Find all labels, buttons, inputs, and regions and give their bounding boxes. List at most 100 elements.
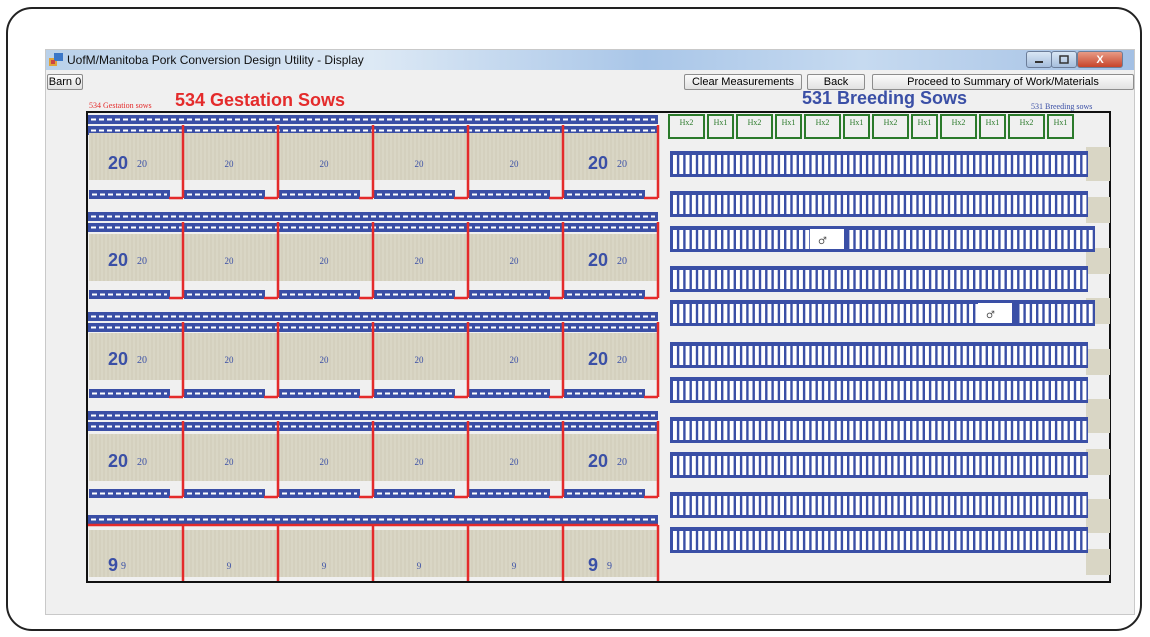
- sow-stall[interactable]: [981, 346, 986, 365]
- sow-stall[interactable]: [1082, 195, 1087, 214]
- sow-stall[interactable]: [1044, 496, 1049, 515]
- sow-stall[interactable]: [717, 496, 721, 515]
- sow-stall[interactable]: [830, 381, 835, 400]
- sow-stall[interactable]: [754, 421, 759, 440]
- sow-stall[interactable]: [698, 381, 703, 400]
- sow-stall[interactable]: [855, 270, 860, 289]
- sow-stall[interactable]: [729, 421, 734, 440]
- sow-stall[interactable]: [1051, 531, 1055, 550]
- sow-stall[interactable]: [767, 270, 772, 289]
- sow-stall[interactable]: [792, 230, 797, 249]
- sow-stall[interactable]: [969, 230, 973, 249]
- sow-stall[interactable]: [862, 421, 866, 440]
- sow-stall[interactable]: [868, 496, 873, 515]
- sow-stall[interactable]: [817, 195, 822, 214]
- sow-stall[interactable]: [1044, 230, 1049, 249]
- sow-stall[interactable]: [912, 230, 917, 249]
- sow-stall[interactable]: [981, 456, 986, 475]
- sow-stall[interactable]: [799, 195, 803, 214]
- sow-stall[interactable]: [962, 155, 967, 174]
- sow-stall[interactable]: [1025, 456, 1030, 475]
- sow-stall[interactable]: [710, 230, 715, 249]
- sow-stall[interactable]: [736, 304, 740, 323]
- sow-stall[interactable]: [899, 381, 904, 400]
- sow-stall[interactable]: [673, 531, 677, 550]
- sow-stall[interactable]: [1051, 270, 1055, 289]
- sow-stall[interactable]: [754, 346, 759, 365]
- sow-stall[interactable]: [761, 421, 766, 440]
- sow-stall[interactable]: [1057, 270, 1062, 289]
- sow-stall[interactable]: [754, 381, 759, 400]
- sow-stall[interactable]: [931, 531, 936, 550]
- sow-stall[interactable]: [704, 496, 709, 515]
- sow-stall[interactable]: [1019, 270, 1024, 289]
- sow-stall[interactable]: [780, 195, 784, 214]
- sow-stall[interactable]: [981, 270, 986, 289]
- sow-stall[interactable]: [1025, 270, 1030, 289]
- sow-stall[interactable]: [1057, 456, 1062, 475]
- sow-stall[interactable]: [742, 381, 747, 400]
- sow-stall[interactable]: [1032, 155, 1036, 174]
- sow-stall[interactable]: [874, 195, 879, 214]
- sow-stall[interactable]: [824, 381, 829, 400]
- sow-stall[interactable]: [950, 195, 955, 214]
- sow-stall[interactable]: [754, 195, 759, 214]
- sow-stall[interactable]: [773, 531, 778, 550]
- sow-stall[interactable]: [868, 421, 873, 440]
- sow-stall[interactable]: [748, 195, 753, 214]
- sow-stall[interactable]: [925, 421, 929, 440]
- sow-stall[interactable]: [811, 195, 816, 214]
- sow-stall[interactable]: [1000, 346, 1005, 365]
- sow-stall[interactable]: [899, 421, 904, 440]
- sow-stall[interactable]: [748, 346, 753, 365]
- sow-stall[interactable]: [1044, 381, 1049, 400]
- sow-stall[interactable]: [931, 195, 936, 214]
- sow-stall[interactable]: [937, 346, 942, 365]
- sow-stall[interactable]: [988, 531, 992, 550]
- sow-stall[interactable]: [937, 421, 942, 440]
- sow-stall[interactable]: [780, 381, 784, 400]
- minimize-button[interactable]: [1026, 51, 1052, 68]
- sow-stall[interactable]: [754, 230, 759, 249]
- sow-stall[interactable]: [723, 195, 728, 214]
- sow-stall[interactable]: [906, 346, 910, 365]
- sow-stall[interactable]: [868, 195, 873, 214]
- sow-stall[interactable]: [679, 421, 684, 440]
- sow-stall[interactable]: [817, 270, 822, 289]
- sow-stall[interactable]: [880, 195, 885, 214]
- sow-stall[interactable]: [723, 230, 728, 249]
- sow-stall[interactable]: [1051, 381, 1055, 400]
- sow-stall[interactable]: [956, 195, 961, 214]
- sow-stall[interactable]: [843, 531, 847, 550]
- sow-stall[interactable]: [761, 531, 766, 550]
- sow-stall[interactable]: [723, 304, 728, 323]
- sow-stall[interactable]: [937, 531, 942, 550]
- sow-stall[interactable]: [767, 531, 772, 550]
- sow-stall[interactable]: [704, 230, 709, 249]
- sow-stall[interactable]: [943, 270, 948, 289]
- sow-stall[interactable]: [1019, 531, 1024, 550]
- sow-stall[interactable]: [1006, 381, 1011, 400]
- sow-stall[interactable]: [685, 531, 690, 550]
- sow-stall[interactable]: [767, 456, 772, 475]
- sow-stall[interactable]: [874, 346, 879, 365]
- sow-stall[interactable]: [830, 531, 835, 550]
- sow-stall[interactable]: [943, 230, 948, 249]
- sow-stall[interactable]: [1051, 346, 1055, 365]
- sow-stall[interactable]: [899, 456, 904, 475]
- sow-stall[interactable]: [843, 304, 847, 323]
- sow-stall[interactable]: [836, 155, 841, 174]
- sow-stall[interactable]: [817, 381, 822, 400]
- sow-stall[interactable]: [805, 421, 810, 440]
- sow-stall[interactable]: [943, 421, 948, 440]
- sow-stall[interactable]: [849, 155, 854, 174]
- sow-stall[interactable]: [1019, 195, 1024, 214]
- sow-stall[interactable]: [799, 456, 803, 475]
- sow-stall[interactable]: [824, 531, 829, 550]
- sow-stall[interactable]: [906, 496, 910, 515]
- sow-stall[interactable]: [925, 496, 929, 515]
- sow-stall[interactable]: [918, 270, 923, 289]
- sow-stall[interactable]: [862, 155, 866, 174]
- sow-stall[interactable]: [704, 421, 709, 440]
- sow-stall[interactable]: [704, 270, 709, 289]
